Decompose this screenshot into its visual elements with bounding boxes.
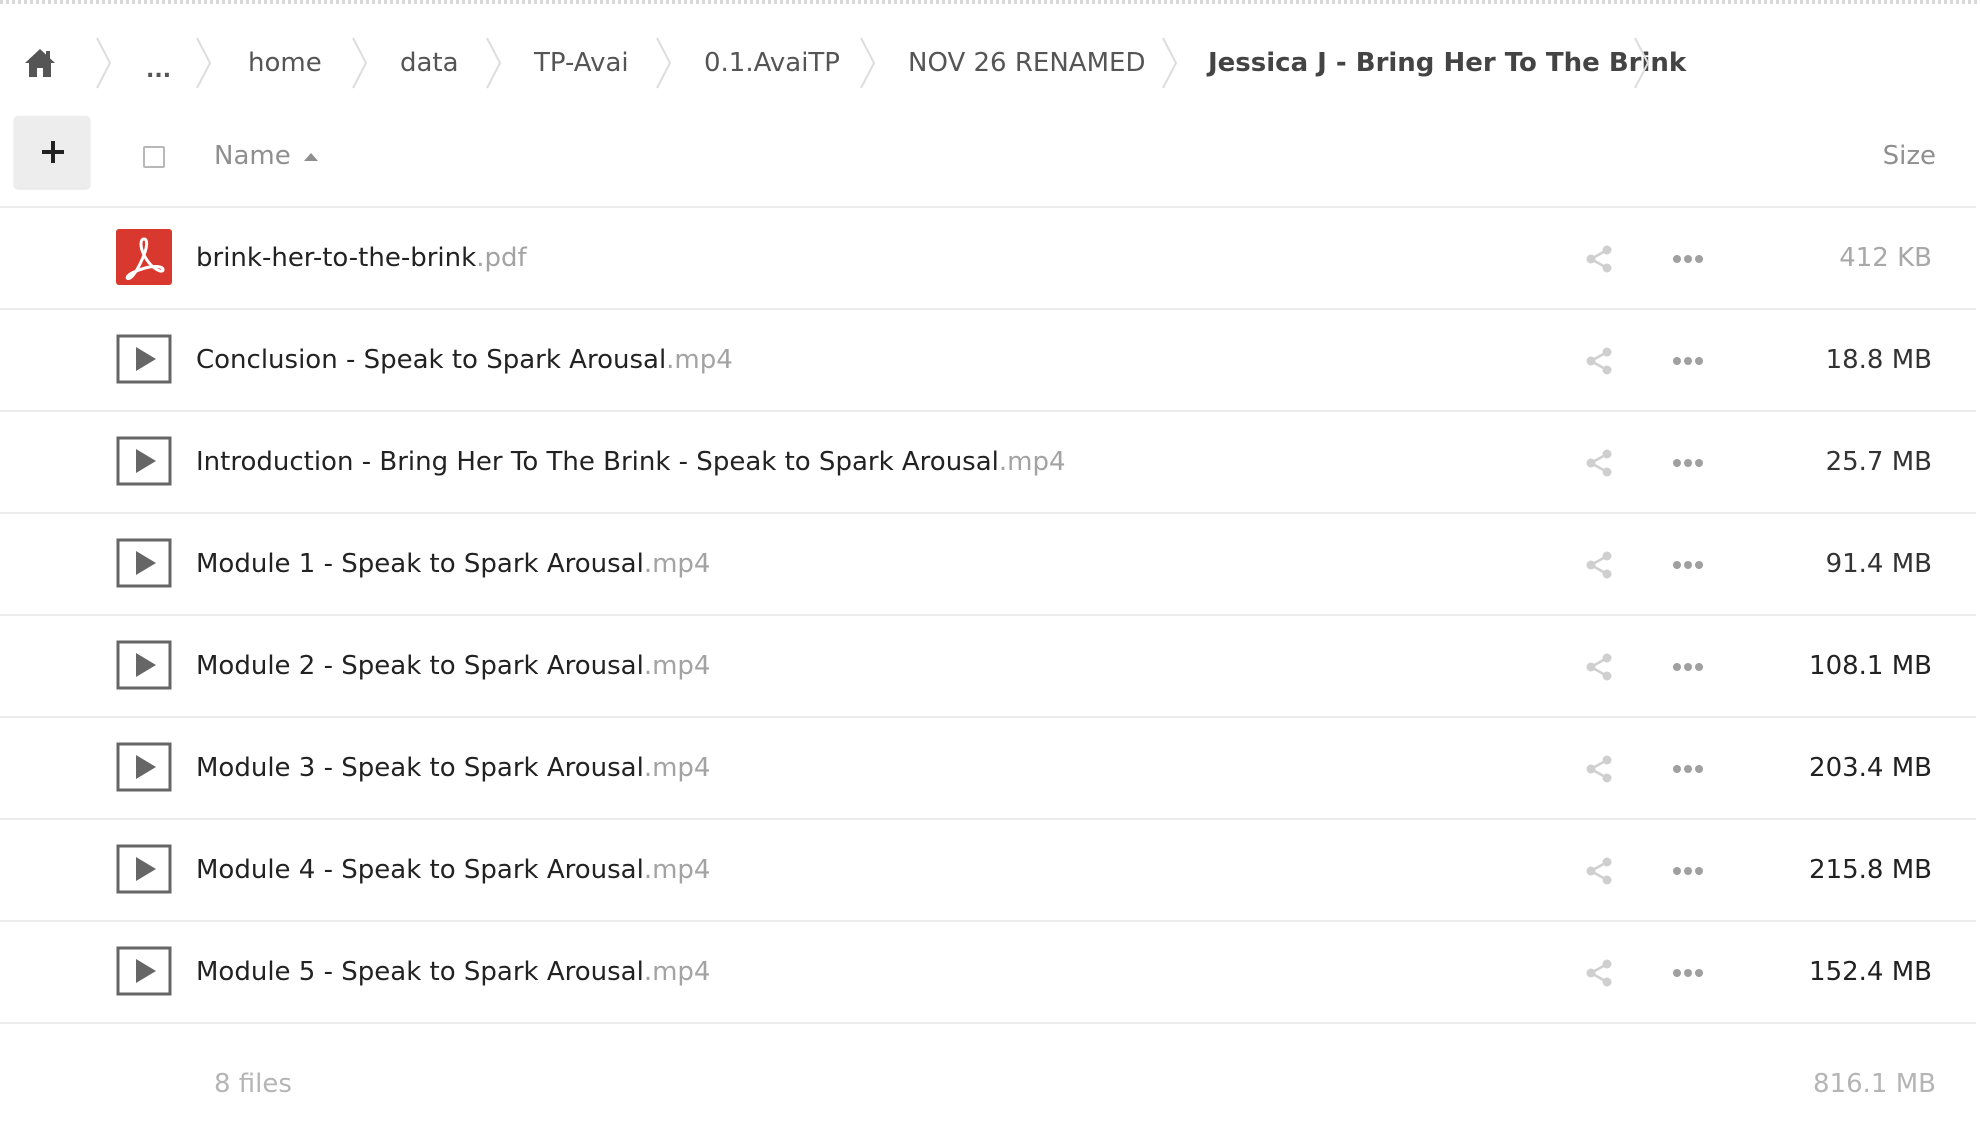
file-extension: .mp4: [998, 447, 1066, 477]
breadcrumb-item-nov-26-renamed[interactable]: NOV 26 RENAMED: [908, 30, 1145, 96]
file-extension: .mp4: [643, 855, 711, 885]
file-extension: .mp4: [643, 957, 711, 987]
breadcrumb-separator-icon: [656, 37, 672, 89]
file-basename: Introduction - Bring Her To The Brink - …: [196, 447, 999, 477]
file-row[interactable]: Module 2 - Speak to Spark Arousal.mp4 10…: [0, 616, 1976, 718]
more-options-icon[interactable]: [1672, 856, 1704, 886]
file-row[interactable]: Module 1 - Speak to Spark Arousal.mp4 91…: [0, 514, 1976, 616]
file-name[interactable]: Module 3 - Speak to Spark Arousal.mp4: [196, 718, 710, 818]
breadcrumb-separator-icon: [860, 37, 876, 89]
file-basename: Module 4 - Speak to Spark Arousal: [196, 855, 644, 885]
share-icon[interactable]: [1584, 448, 1614, 478]
file-basename: brink-her-to-the-brink: [196, 243, 477, 273]
file-name[interactable]: Module 5 - Speak to Spark Arousal.mp4: [196, 922, 710, 1022]
file-extension: .mp4: [643, 651, 711, 681]
more-options-icon[interactable]: [1672, 244, 1704, 274]
breadcrumb-separator-icon: [1634, 37, 1650, 89]
file-extension: .mp4: [643, 549, 711, 579]
file-row[interactable]: brink-her-to-the-brink.pdf 412 KB: [0, 208, 1976, 310]
file-size: 215.8 MB: [1809, 855, 1932, 885]
video-icon: [116, 433, 172, 489]
file-row[interactable]: Module 5 - Speak to Spark Arousal.mp4 15…: [0, 922, 1976, 1024]
file-basename: Module 2 - Speak to Spark Arousal: [196, 651, 644, 681]
pdf-icon: [116, 229, 172, 285]
more-options-icon[interactable]: [1672, 652, 1704, 682]
share-icon[interactable]: [1584, 652, 1614, 682]
file-basename: Conclusion - Speak to Spark Arousal: [196, 345, 667, 375]
breadcrumb-ellipsis[interactable]: ...: [146, 38, 171, 104]
breadcrumb-separator-icon: [96, 37, 112, 89]
total-size-summary: 816.1 MB: [1813, 1069, 1936, 1099]
file-row[interactable]: Conclusion - Speak to Spark Arousal.mp4 …: [0, 310, 1976, 412]
breadcrumb-item-home[interactable]: home: [248, 30, 322, 96]
file-size: 412 KB: [1839, 243, 1932, 273]
file-count-summary: 8 files: [214, 1069, 292, 1099]
top-border: [0, 0, 1980, 4]
more-options-icon[interactable]: [1672, 550, 1704, 580]
video-icon: [116, 331, 172, 387]
column-header-size[interactable]: Size: [1883, 138, 1936, 174]
home-icon[interactable]: [22, 46, 58, 80]
more-options-icon[interactable]: [1672, 754, 1704, 784]
video-icon: [116, 739, 172, 795]
file-name[interactable]: Module 1 - Speak to Spark Arousal.mp4: [196, 514, 710, 614]
breadcrumb-separator-icon: [486, 37, 502, 89]
file-row[interactable]: Module 3 - Speak to Spark Arousal.mp4 20…: [0, 718, 1976, 820]
file-extension: .mp4: [643, 753, 711, 783]
file-basename: Module 1 - Speak to Spark Arousal: [196, 549, 644, 579]
more-options-icon[interactable]: [1672, 958, 1704, 988]
more-options-icon[interactable]: [1672, 448, 1704, 478]
share-icon[interactable]: [1584, 754, 1614, 784]
sort-ascending-icon: [304, 153, 318, 161]
file-size: 18.8 MB: [1825, 345, 1932, 375]
file-name[interactable]: Conclusion - Speak to Spark Arousal.mp4: [196, 310, 733, 410]
video-icon: [116, 535, 172, 591]
file-name[interactable]: Introduction - Bring Her To The Brink - …: [196, 412, 1066, 512]
column-header-name[interactable]: Name: [214, 138, 291, 174]
breadcrumb-item-current[interactable]: Jessica J - Bring Her To The Brink: [1208, 30, 1686, 96]
breadcrumb-separator-icon: [352, 37, 368, 89]
file-name[interactable]: Module 4 - Speak to Spark Arousal.mp4: [196, 820, 710, 920]
share-icon[interactable]: [1584, 958, 1614, 988]
breadcrumb-item-tp-avai[interactable]: TP-Avai: [534, 30, 629, 96]
breadcrumb-separator-icon: [196, 37, 212, 89]
file-row[interactable]: Introduction - Bring Her To The Brink - …: [0, 412, 1976, 514]
share-icon[interactable]: [1584, 550, 1614, 580]
video-icon: [116, 637, 172, 693]
file-size: 108.1 MB: [1809, 651, 1932, 681]
file-list: brink-her-to-the-brink.pdf 412 KB Conclu…: [0, 208, 1976, 1024]
share-icon[interactable]: [1584, 856, 1614, 886]
file-name[interactable]: Module 2 - Speak to Spark Arousal.mp4: [196, 616, 710, 716]
file-basename: Module 3 - Speak to Spark Arousal: [196, 753, 644, 783]
file-basename: Module 5 - Speak to Spark Arousal: [196, 957, 644, 987]
select-all-checkbox[interactable]: [143, 146, 165, 168]
file-size: 91.4 MB: [1825, 549, 1932, 579]
breadcrumb-item-avaitp[interactable]: 0.1.AvaiTP: [704, 30, 840, 96]
breadcrumb-separator-icon: [1162, 37, 1178, 89]
video-icon: [116, 841, 172, 897]
plus-icon: [51, 141, 55, 163]
share-icon[interactable]: [1584, 346, 1614, 376]
video-icon: [116, 943, 172, 999]
file-name[interactable]: brink-her-to-the-brink.pdf: [196, 208, 527, 308]
new-button[interactable]: [14, 116, 90, 188]
file-extension: .pdf: [476, 243, 527, 273]
file-size: 25.7 MB: [1825, 447, 1932, 477]
file-size: 152.4 MB: [1809, 957, 1932, 987]
share-icon[interactable]: [1584, 244, 1614, 274]
file-row[interactable]: Module 4 - Speak to Spark Arousal.mp4 21…: [0, 820, 1976, 922]
breadcrumb: ... home data TP-Avai 0.1.AvaiTP NOV 26 …: [0, 30, 1980, 96]
file-size: 203.4 MB: [1809, 753, 1932, 783]
breadcrumb-item-data[interactable]: data: [400, 30, 459, 96]
more-options-icon[interactable]: [1672, 346, 1704, 376]
file-extension: .mp4: [666, 345, 733, 375]
